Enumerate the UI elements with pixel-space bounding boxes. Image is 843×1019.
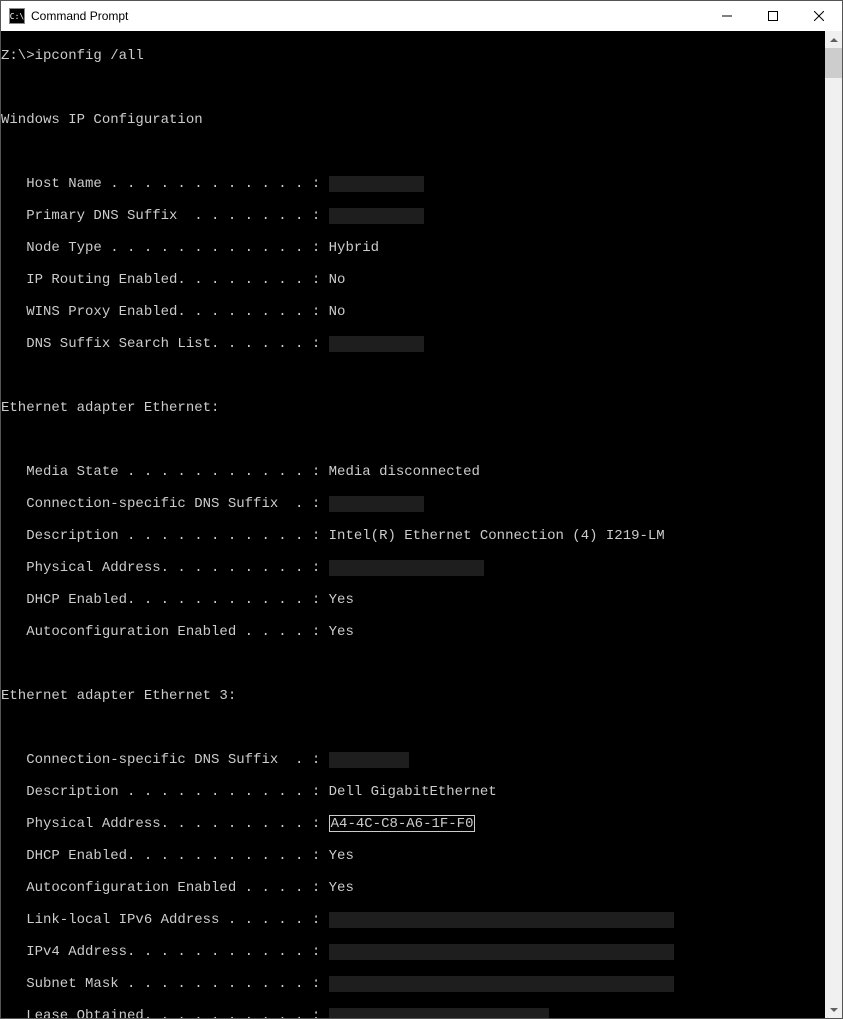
label-dns-search-list: DNS Suffix Search List. . . . . . :	[1, 336, 329, 352]
value-eth3-physical-highlighted: A4-4C-C8-A6-1F-F0	[329, 815, 476, 832]
redacted-value	[329, 560, 484, 576]
chevron-up-icon	[830, 38, 838, 42]
redacted-value	[329, 752, 409, 768]
label-conn-dns-suffix: Connection-specific DNS Suffix . :	[1, 752, 329, 768]
label-description: Description . . . . . . . . . . . :	[1, 784, 329, 800]
window-title: Command Prompt	[31, 9, 128, 23]
value-wins-proxy: No	[329, 304, 346, 320]
label-ip-routing: IP Routing Enabled. . . . . . . . :	[1, 272, 329, 288]
heading-ethernet-3: Ethernet adapter Ethernet 3:	[1, 688, 825, 704]
value-node-type: Hybrid	[329, 240, 379, 256]
value-autoconf: Yes	[329, 624, 354, 640]
label-physical-address: Physical Address. . . . . . . . . :	[1, 816, 329, 832]
label-subnet: Subnet Mask . . . . . . . . . . . :	[1, 976, 329, 992]
label-node-type: Node Type . . . . . . . . . . . . :	[1, 240, 329, 256]
value-ip-routing: No	[329, 272, 346, 288]
label-autoconf: Autoconfiguration Enabled . . . . :	[1, 880, 329, 896]
heading-ipconfig: Windows IP Configuration	[1, 112, 825, 128]
console-output[interactable]: Z:\>ipconfig /all Windows IP Configurati…	[1, 31, 825, 1018]
label-primary-dns-suffix: Primary DNS Suffix . . . . . . . :	[1, 208, 329, 224]
close-icon	[814, 11, 824, 21]
command-prompt-window: C:\ Command Prompt Z:\>ipconfig /all Win…	[0, 0, 843, 1019]
maximize-icon	[768, 11, 778, 21]
vertical-scrollbar[interactable]	[825, 31, 842, 1018]
heading-ethernet-1: Ethernet adapter Ethernet:	[1, 400, 825, 416]
redacted-value	[329, 944, 674, 960]
scroll-track[interactable]	[825, 48, 842, 1001]
label-physical-address: Physical Address. . . . . . . . . :	[1, 560, 329, 576]
scroll-down-arrow[interactable]	[825, 1001, 842, 1018]
scroll-thumb[interactable]	[825, 48, 842, 78]
minimize-icon	[722, 11, 732, 21]
redacted-value	[329, 208, 424, 224]
value-eth3-description: Dell GigabitEthernet	[329, 784, 497, 800]
redacted-value	[329, 336, 424, 352]
label-description: Description . . . . . . . . . . . :	[1, 528, 329, 544]
label-dhcp-enabled: DHCP Enabled. . . . . . . . . . . :	[1, 848, 329, 864]
label-autoconf: Autoconfiguration Enabled . . . . :	[1, 624, 329, 640]
prompt-line: Z:\>ipconfig /all	[1, 48, 825, 64]
scroll-up-arrow[interactable]	[825, 31, 842, 48]
close-button[interactable]	[796, 1, 842, 31]
maximize-button[interactable]	[750, 1, 796, 31]
label-dhcp-enabled: DHCP Enabled. . . . . . . . . . . :	[1, 592, 329, 608]
label-conn-dns-suffix: Connection-specific DNS Suffix . :	[1, 496, 329, 512]
label-media-state: Media State . . . . . . . . . . . :	[1, 464, 329, 480]
label-ipv4: IPv4 Address. . . . . . . . . . . :	[1, 944, 329, 960]
app-icon: C:\	[9, 8, 25, 24]
label-lease-obtained: Lease Obtained. . . . . . . . . . :	[1, 1008, 329, 1018]
chevron-down-icon	[830, 1008, 838, 1012]
minimize-button[interactable]	[704, 1, 750, 31]
label-link-local-ipv6: Link-local IPv6 Address . . . . . :	[1, 912, 329, 928]
value-autoconf: Yes	[329, 880, 354, 896]
value-media-state: Media disconnected	[329, 464, 480, 480]
titlebar[interactable]: C:\ Command Prompt	[1, 1, 842, 31]
redacted-value	[329, 176, 424, 192]
value-dhcp-enabled: Yes	[329, 592, 354, 608]
value-eth1-description: Intel(R) Ethernet Connection (4) I219-LM	[329, 528, 665, 544]
redacted-value	[329, 912, 674, 928]
redacted-value	[329, 496, 424, 512]
redacted-value	[329, 1008, 549, 1018]
label-wins-proxy: WINS Proxy Enabled. . . . . . . . :	[1, 304, 329, 320]
label-host-name: Host Name . . . . . . . . . . . . :	[1, 176, 329, 192]
redacted-value	[329, 976, 674, 992]
value-dhcp-enabled: Yes	[329, 848, 354, 864]
